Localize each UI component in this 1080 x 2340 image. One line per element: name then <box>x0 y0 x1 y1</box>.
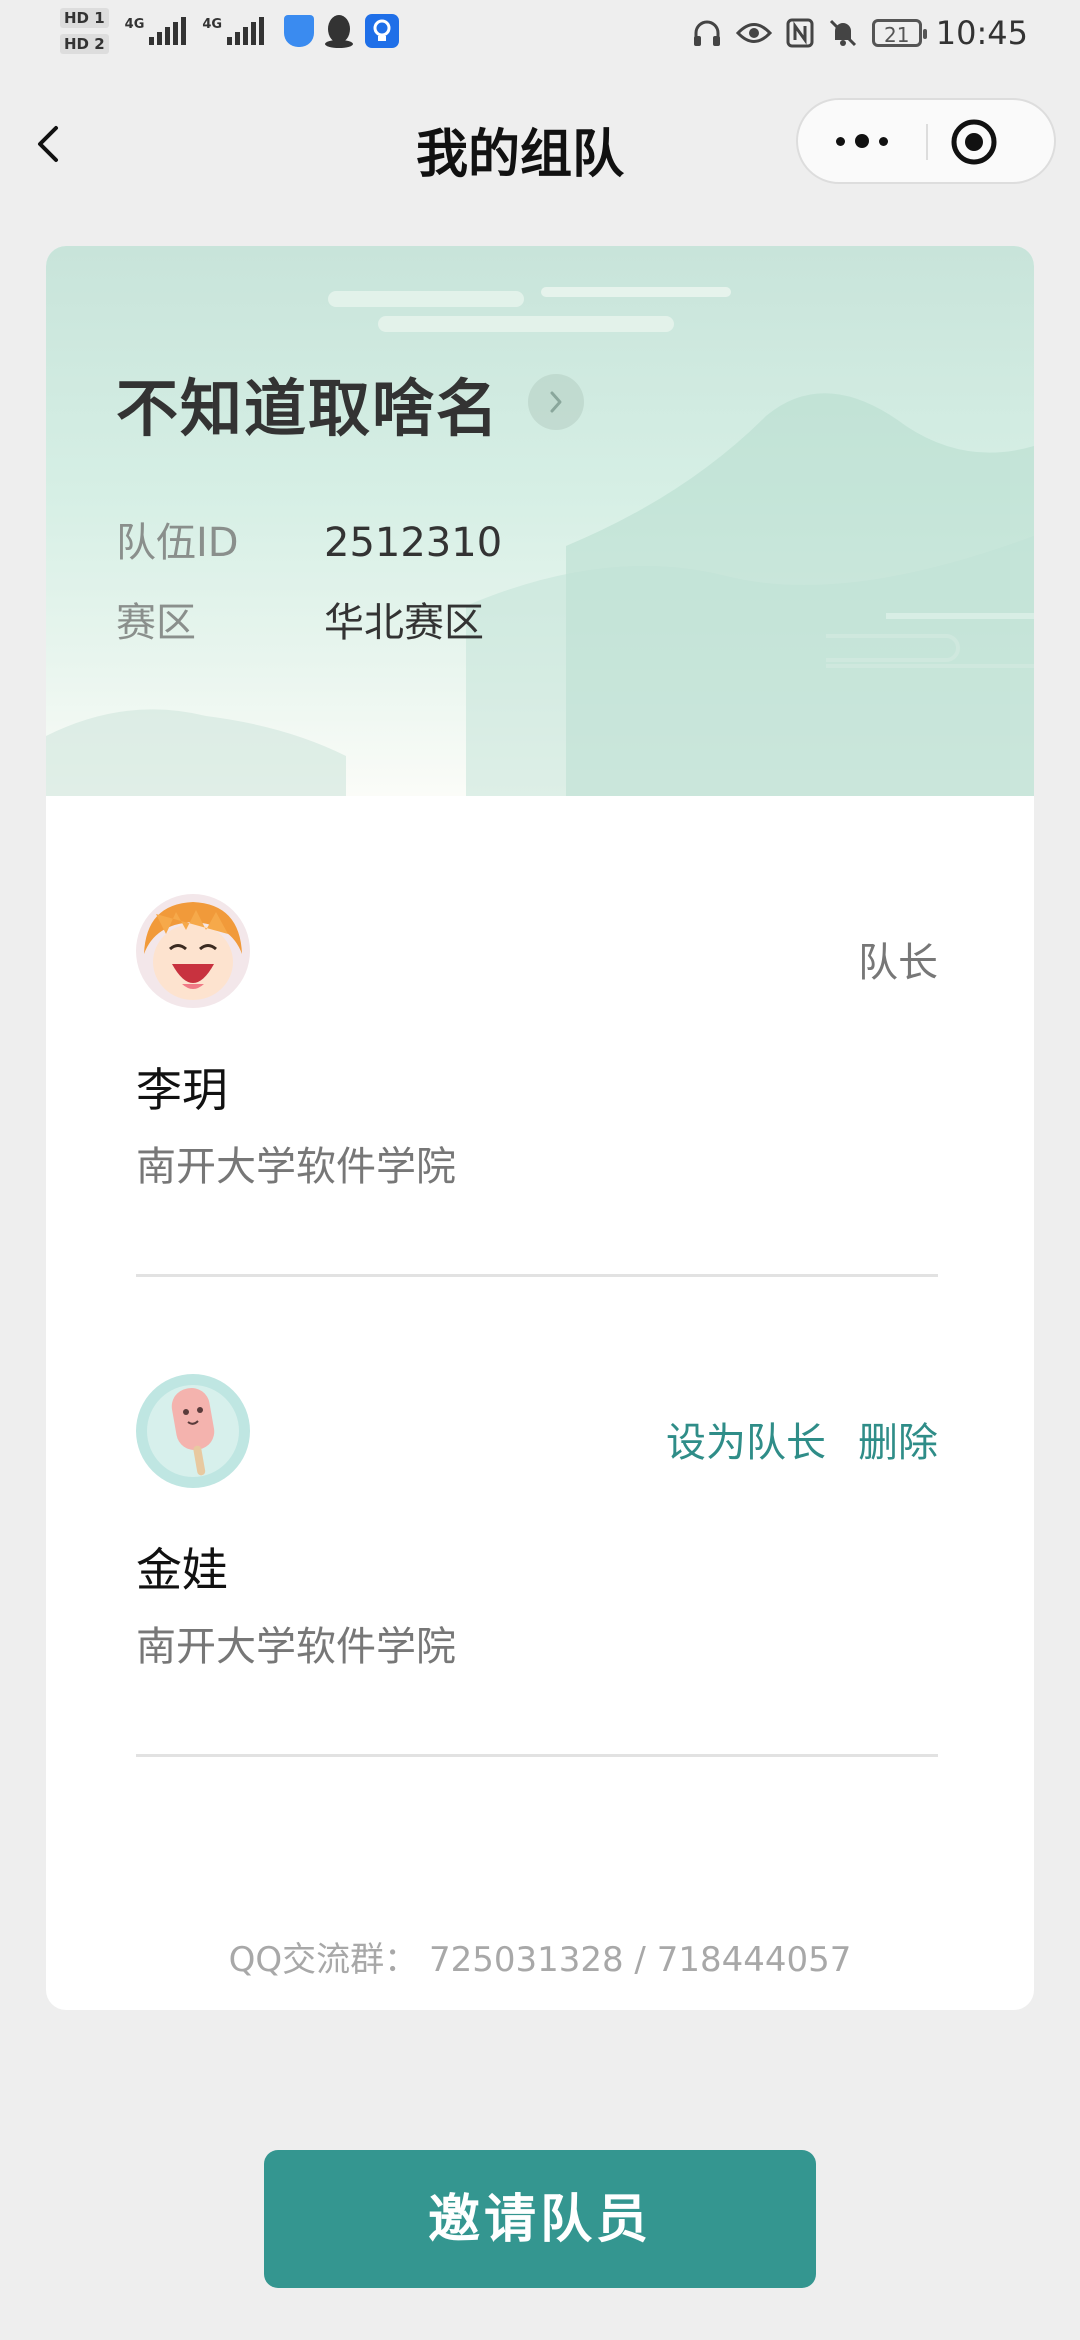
avatar[interactable] <box>136 894 250 1008</box>
clock: 10:45 <box>935 14 1028 52</box>
team-id-label: 队伍ID <box>116 520 239 566</box>
region-value: 华北赛区 <box>324 600 484 646</box>
team-id-value: 2512310 <box>324 520 503 566</box>
sim-indicator: HD 1 HD 2 <box>60 8 109 54</box>
region-row: 赛区 华北赛区 <box>116 590 484 648</box>
team-card: 不知道取啥名 队伍ID 2512310 赛区 华北赛区 队长 李玥 南开大学软件… <box>46 246 1034 2010</box>
signal-2-icon: 4G <box>202 17 265 45</box>
team-id-row: 队伍ID 2512310 <box>116 510 502 568</box>
divider <box>136 1754 938 1757</box>
dot-icon <box>836 136 845 146</box>
network-2-label: 4G <box>202 17 223 32</box>
network-1-label: 4G <box>124 17 145 32</box>
region-label: 赛区 <box>116 600 196 646</box>
chevron-right-icon <box>550 391 562 413</box>
team-name: 不知道取啥名 <box>116 372 501 445</box>
bulb-app-icon <box>364 13 400 49</box>
role-label: 队长 <box>858 940 938 986</box>
avatar[interactable] <box>136 1374 250 1488</box>
signal-1-icon: 4G <box>125 17 187 45</box>
headphones-icon <box>693 20 720 46</box>
member-name: 金娃 <box>136 1543 228 1597</box>
set-captain-button[interactable]: 设为队长 <box>666 1410 826 1468</box>
member-item: 设为队长 删除 金娃 南开大学软件学院 <box>136 1374 938 1758</box>
member-item: 队长 李玥 南开大学软件学院 <box>136 894 938 1278</box>
popsicle-avatar-icon <box>136 1374 250 1488</box>
miniprogram-capsule <box>796 98 1056 184</box>
mute-bell-icon <box>829 19 856 47</box>
sim2-label: HD 2 <box>60 34 109 54</box>
sim1-label: HD 1 <box>60 8 109 28</box>
team-detail-button[interactable] <box>528 374 584 430</box>
member-name: 李玥 <box>136 1063 228 1117</box>
member-school: 南开大学软件学院 <box>136 1624 456 1670</box>
qq-icon <box>324 14 354 48</box>
nav-bar: 我的组队 <box>0 76 1080 216</box>
status-bar: HD 1 HD 2 4G 4G 21 10:45 <box>0 0 1080 76</box>
target-circle-icon <box>951 119 997 165</box>
battery-icon: 21 <box>871 19 927 47</box>
nfc-icon <box>786 18 814 48</box>
delete-member-button[interactable]: 删除 <box>858 1410 938 1468</box>
more-button[interactable] <box>798 100 926 182</box>
close-miniprogram-button[interactable] <box>948 116 1000 168</box>
team-header: 不知道取啥名 队伍ID 2512310 赛区 华北赛区 <box>46 246 1034 796</box>
member-actions: 设为队长 删除 <box>666 1410 938 1468</box>
qq-group-info: QQ交流群： 725031328 / 718444057 <box>228 1940 852 1980</box>
member-school: 南开大学软件学院 <box>136 1144 456 1190</box>
invite-member-button[interactable]: 邀请队员 <box>264 2150 816 2288</box>
dot-icon <box>855 134 869 148</box>
dot-icon <box>879 136 888 146</box>
capsule-divider <box>926 124 928 160</box>
shield-icon <box>284 15 315 47</box>
eye-icon <box>735 23 772 43</box>
divider <box>136 1274 938 1277</box>
cartoon-face-avatar-icon <box>136 894 250 1008</box>
